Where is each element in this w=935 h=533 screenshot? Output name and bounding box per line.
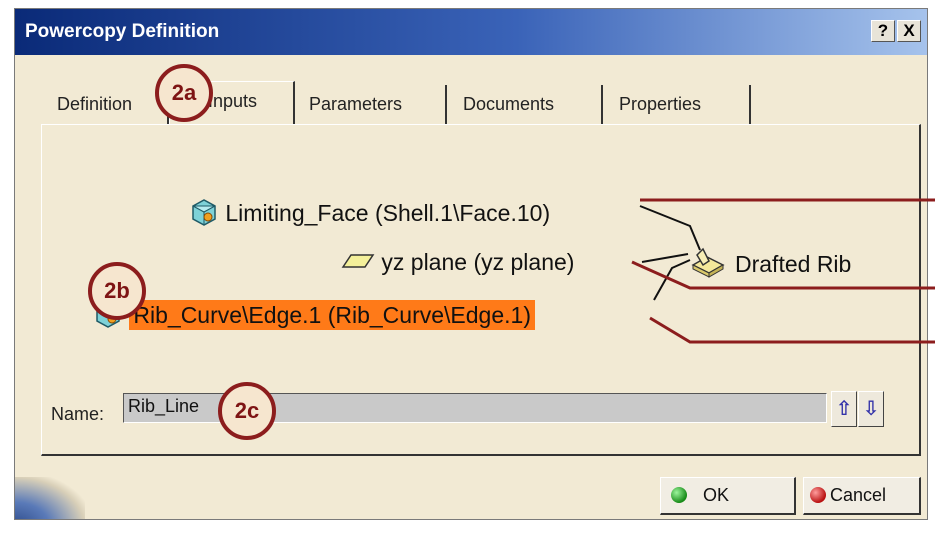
callout-2c: 2c	[218, 382, 276, 440]
connector-lines	[631, 198, 935, 344]
callout-2a: 2a	[155, 64, 213, 122]
callout-2b: 2b	[88, 262, 146, 320]
